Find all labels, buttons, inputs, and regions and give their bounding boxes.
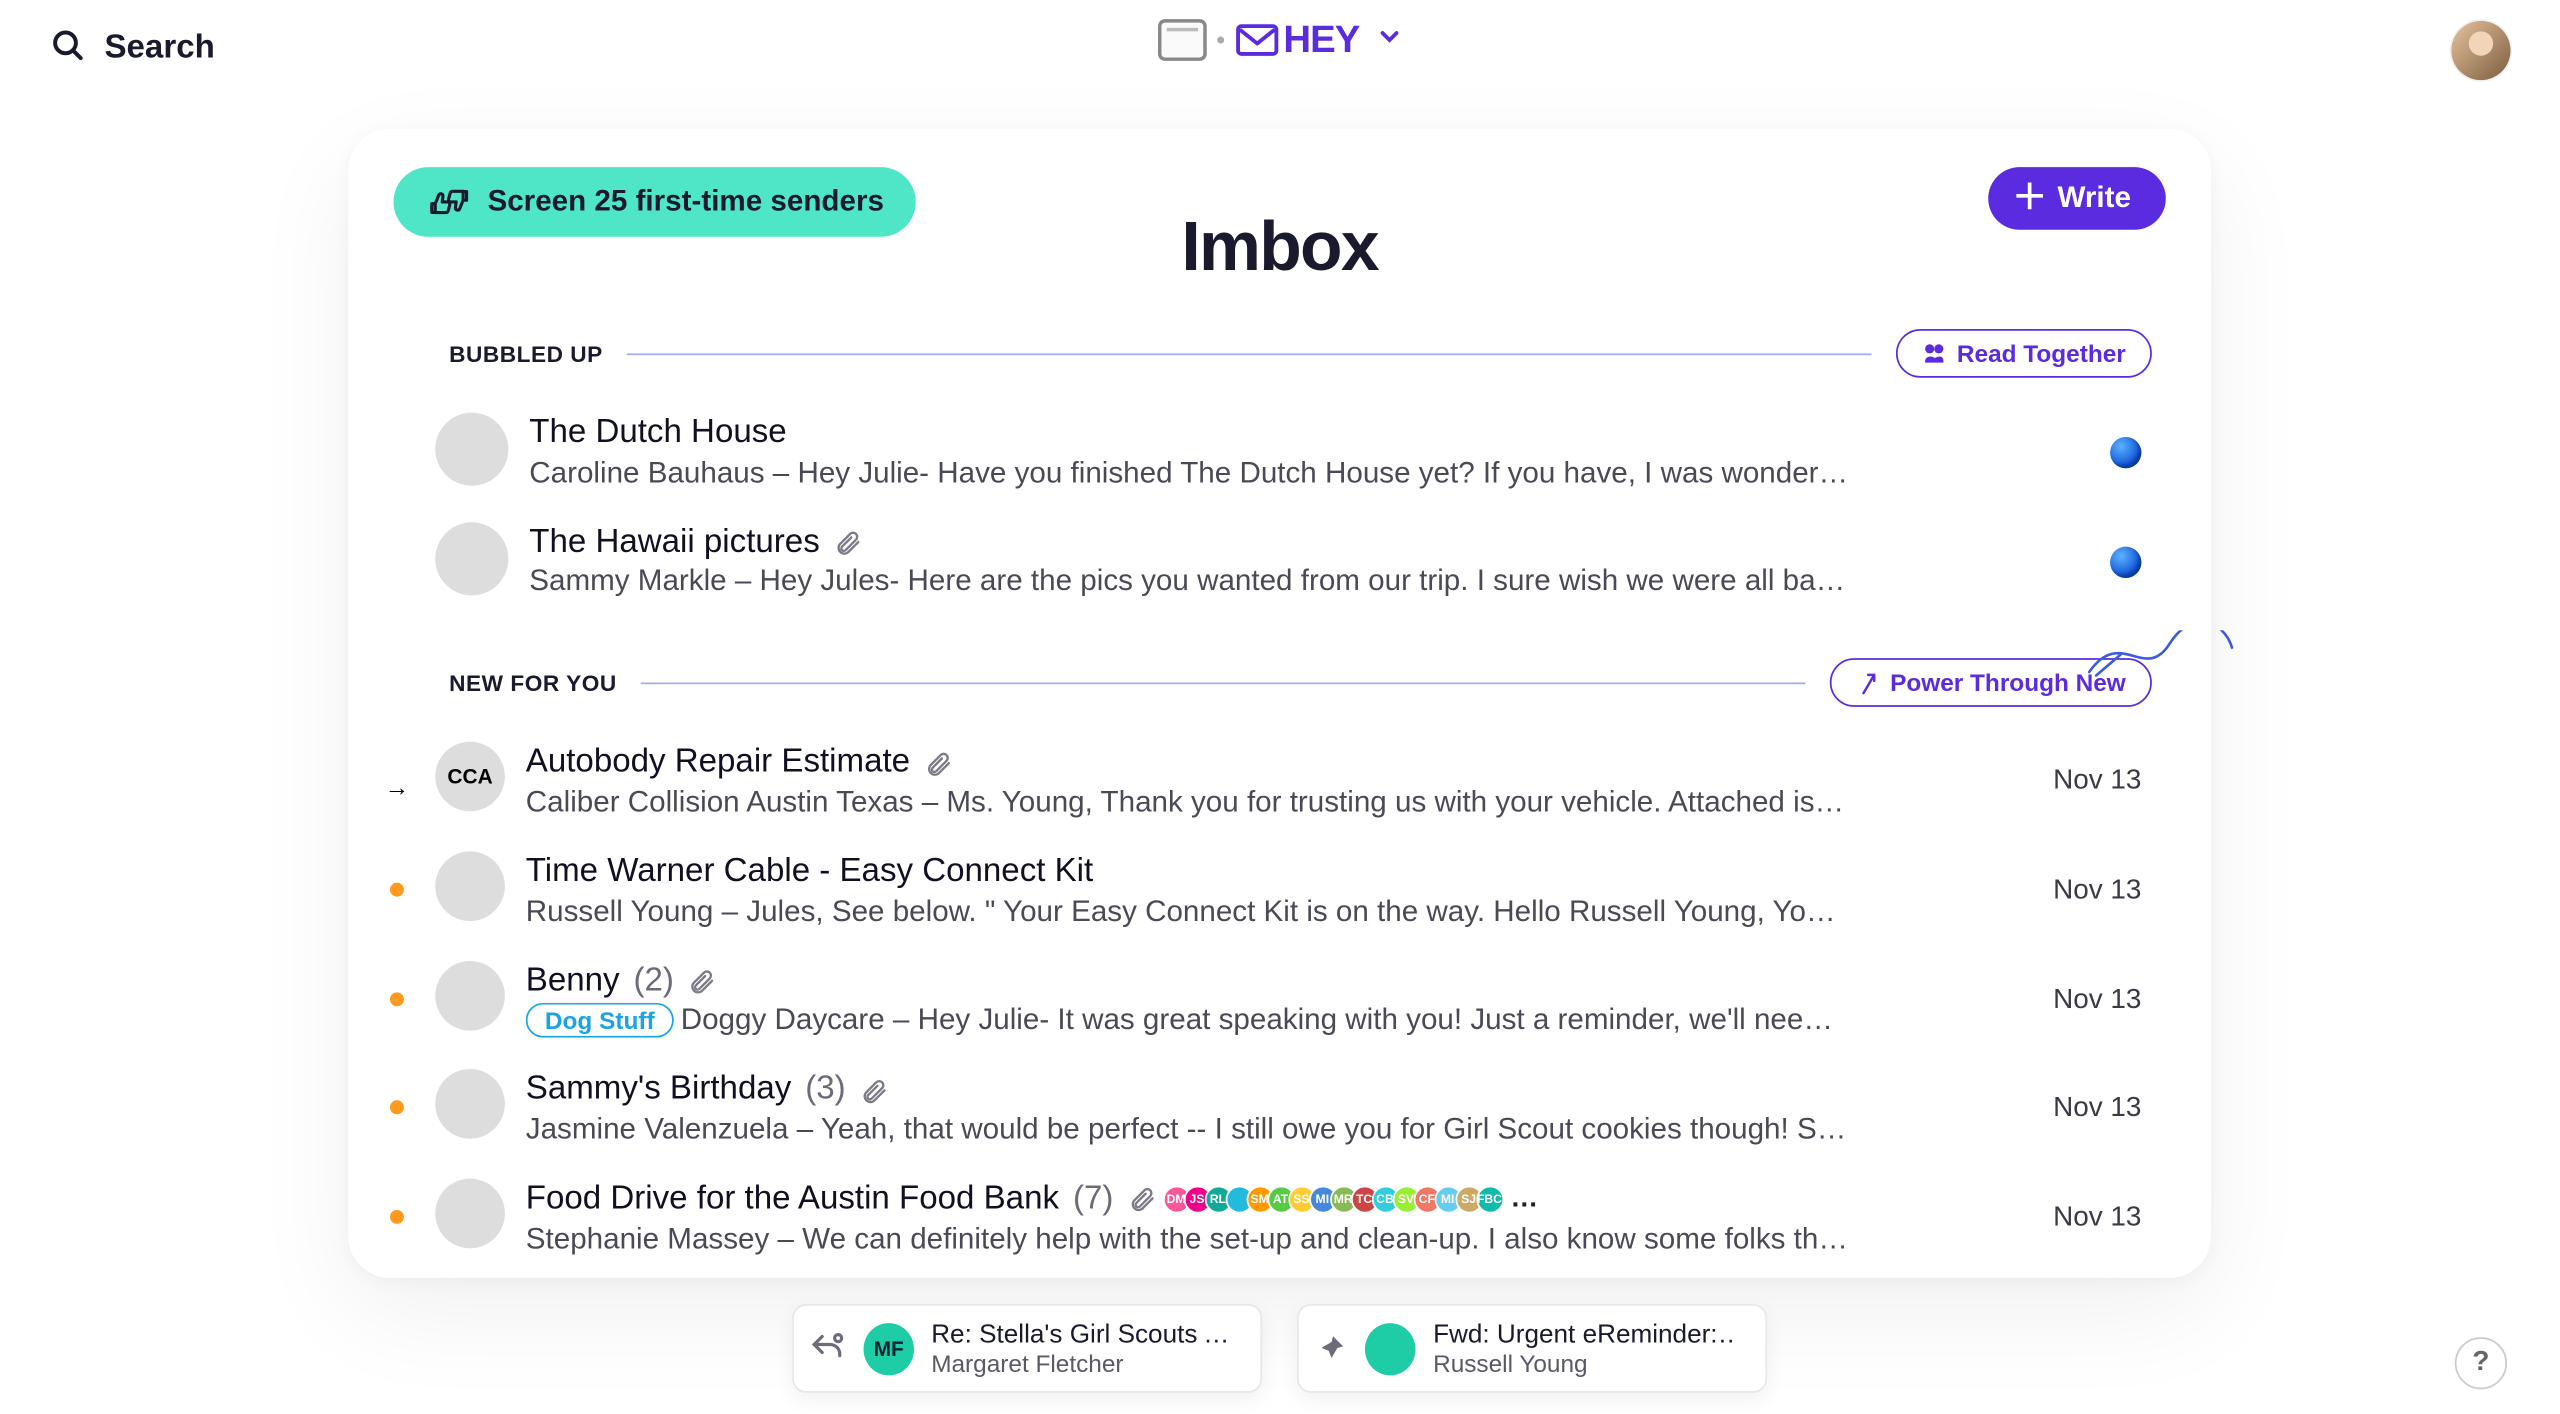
- brand-switcher[interactable]: HEY: [1158, 17, 1401, 62]
- pin-indicator: [2110, 437, 2141, 468]
- dot-separator: [1217, 37, 1224, 44]
- row-marker: [380, 1179, 415, 1224]
- thumbs-icon: [425, 186, 474, 217]
- profile-avatar[interactable]: [2451, 21, 2510, 80]
- email-date: Nov 13: [2053, 1094, 2141, 1125]
- email-date: Nov 13: [2053, 876, 2141, 907]
- read-together-button[interactable]: Read Together: [1896, 329, 2152, 378]
- unread-dot: [390, 992, 404, 1006]
- email-preview: Stephanie Massey – We can definitely hel…: [526, 1222, 1849, 1257]
- tray-card[interactable]: MF Re: Stella's Girl Scouts Annu Margare…: [792, 1304, 1262, 1393]
- email-row[interactable]: The Hawaii pictures Sammy Markle – Hey J…: [380, 508, 2152, 617]
- top-bar: Search HEY: [0, 0, 2559, 97]
- tray-subject: Fwd: Urgent eReminder: 1 W: [1433, 1320, 1737, 1350]
- unread-dot: [390, 1210, 404, 1224]
- email-preview: Caroline Bauhaus – Hey Julie- Have you f…: [529, 456, 1852, 491]
- sender-avatar: [435, 1179, 505, 1249]
- help-button[interactable]: ?: [2455, 1337, 2507, 1389]
- unread-dot: [390, 1101, 404, 1115]
- divider: [627, 353, 1871, 355]
- email-row[interactable]: Sammy's Birthday (3) Jasmine Valenzuela …: [380, 1056, 2152, 1165]
- sender-avatar: CCA: [435, 742, 505, 812]
- thread-count: (7): [1073, 1179, 1113, 1222]
- screener-label: Screen 25 first-time senders: [487, 185, 883, 220]
- bottom-tray: MF Re: Stella's Girl Scouts Annu Margare…: [792, 1304, 1767, 1393]
- row-marker: [380, 851, 415, 896]
- main-panel: Screen 25 first-time senders ＋ Write Imb…: [348, 129, 2211, 1278]
- tray-card[interactable]: Fwd: Urgent eReminder: 1 W Russell Young: [1297, 1304, 1767, 1393]
- email-date: Nov 13: [2053, 1203, 2141, 1234]
- hey-logo: HEY: [1235, 17, 1360, 62]
- attachment-icon: [688, 968, 716, 996]
- email-row[interactable]: Food Drive for the Austin Food Bank (7) …: [380, 1165, 2152, 1274]
- tray-sender: Margaret Fletcher: [931, 1349, 1232, 1377]
- sender-avatar: [435, 1070, 505, 1140]
- search-button[interactable]: Search: [49, 25, 215, 72]
- row-marker: [380, 961, 415, 1006]
- email-preview: Caliber Collision Austin Texas – Ms. You…: [526, 785, 1849, 820]
- sender-avatar: [435, 413, 508, 486]
- sender-avatar: [435, 522, 508, 595]
- attachment-icon: [1127, 1186, 1155, 1214]
- reply-icon: [808, 1329, 846, 1367]
- divider: [641, 682, 1805, 684]
- section-header-bubbled: BUBBLED UP Read Together: [348, 287, 2211, 388]
- email-subject: Benny: [526, 961, 620, 1004]
- write-button[interactable]: ＋ Write: [1988, 167, 2166, 230]
- thread-count: (2): [634, 961, 674, 1004]
- pin-icon: [1313, 1331, 1348, 1366]
- envelope-icon: [1235, 21, 1280, 59]
- attachment-icon: [860, 1077, 888, 1105]
- screener-pill[interactable]: Screen 25 first-time senders: [393, 167, 915, 237]
- arrow-icon: →: [385, 774, 409, 802]
- section-label: BUBBLED UP: [449, 340, 603, 366]
- attachment-icon: [924, 750, 952, 778]
- email-date: Nov 13: [2053, 767, 2141, 798]
- tray-avatar: [1365, 1322, 1416, 1374]
- email-subject: The Hawaii pictures: [529, 522, 819, 565]
- participant-avatars: DMJSRLSMATSSMIMRTCCBSVCFMISJFBC…: [1169, 1182, 1538, 1218]
- search-label: Search: [104, 30, 214, 68]
- email-subject: Autobody Repair Estimate: [526, 742, 910, 785]
- email-row[interactable]: Time Warner Cable - Easy Connect Kit Rus…: [380, 838, 2152, 947]
- search-icon: [49, 25, 87, 72]
- sender-avatar: [435, 961, 505, 1031]
- email-subject: Food Drive for the Austin Food Bank: [526, 1179, 1059, 1222]
- email-preview: Sammy Markle – Hey Jules- Here are the p…: [529, 565, 1852, 600]
- email-row[interactable]: The Dutch House Caroline Bauhaus – Hey J…: [380, 399, 2152, 508]
- email-preview: Jasmine Valenzuela – Yeah, that would be…: [526, 1113, 1849, 1148]
- row-marker: →: [380, 742, 415, 801]
- tray-subject: Re: Stella's Girl Scouts Annu: [931, 1320, 1232, 1350]
- email-tag[interactable]: Dog Stuff: [526, 1004, 674, 1039]
- pin-indicator: [2110, 546, 2141, 577]
- section-header-new: NEW FOR YOU Power Through New: [348, 617, 2211, 718]
- row-marker: [380, 413, 415, 444]
- email-subject: Time Warner Cable - Easy Connect Kit: [526, 851, 1093, 894]
- unread-dot: [390, 883, 404, 897]
- attachment-icon: [834, 529, 862, 557]
- row-marker: [380, 1070, 415, 1115]
- tray-avatar: MF: [864, 1322, 914, 1374]
- power-through-button[interactable]: Power Through New: [1829, 659, 2152, 708]
- tray-sender: Russell Young: [1433, 1349, 1737, 1377]
- email-row[interactable]: Benny (2) Dog StuffDoggy Daycare – Hey J…: [380, 947, 2152, 1056]
- row-marker: [380, 522, 415, 553]
- email-subject: The Dutch House: [529, 413, 786, 456]
- email-subject: Sammy's Birthday: [526, 1070, 792, 1113]
- email-date: Nov 13: [2053, 985, 2141, 1016]
- chevron-down-icon: [1377, 24, 1401, 57]
- thread-count: (3): [805, 1070, 845, 1113]
- email-preview: Dog StuffDoggy Daycare – Hey Julie- It w…: [526, 1004, 1849, 1039]
- write-label: Write: [2058, 181, 2131, 216]
- sender-avatar: [435, 851, 505, 921]
- email-preview: Russell Young – Jules, See below. " Your…: [526, 894, 1849, 929]
- email-row[interactable]: → CCA Autobody Repair Estimate Caliber C…: [380, 728, 2152, 837]
- section-label: NEW FOR YOU: [449, 670, 617, 696]
- calendar-icon: [1158, 19, 1207, 61]
